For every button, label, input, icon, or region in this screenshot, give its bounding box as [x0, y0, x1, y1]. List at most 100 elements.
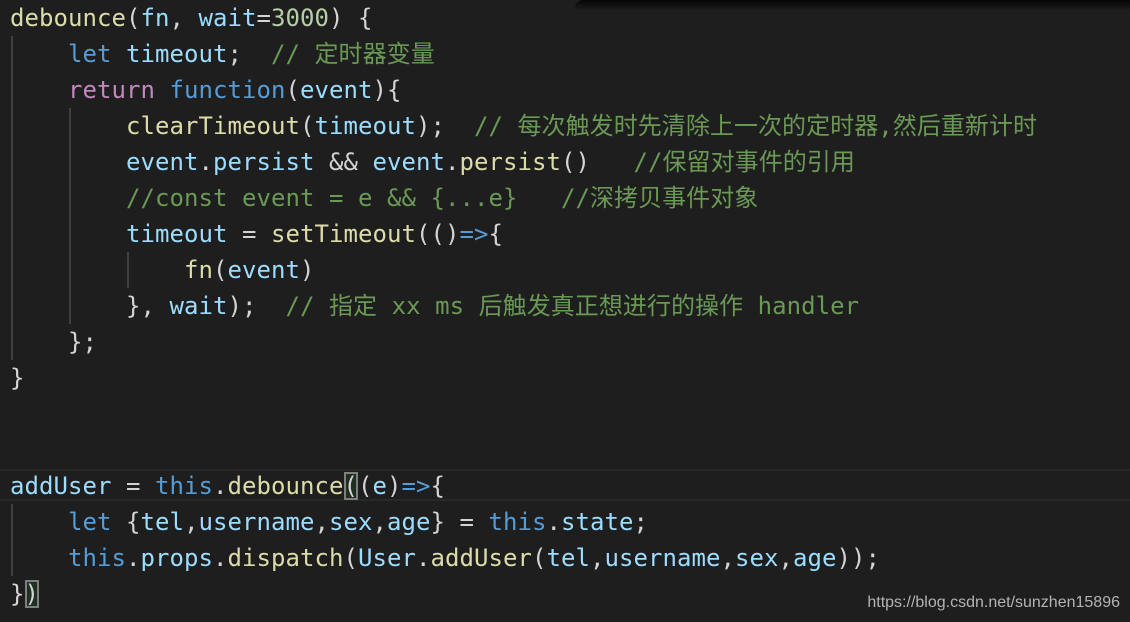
- code-token-punc: .: [416, 544, 431, 572]
- code-token-punc: [10, 112, 126, 140]
- code-token-kw: let: [68, 40, 112, 68]
- code-token-punc: ,: [184, 508, 199, 536]
- code-token-fn: clearTimeout: [126, 112, 300, 140]
- code-token-punc: [155, 76, 170, 104]
- code-token-punc: ,: [372, 508, 387, 536]
- code-line[interactable]: }: [10, 360, 25, 396]
- code-line[interactable]: return function(event){: [10, 72, 402, 108]
- code-token-cm: //const event = e && {...e} //深拷贝事件对象: [126, 184, 759, 212]
- code-token-var: wait: [198, 4, 257, 32]
- code-line[interactable]: addUser = this.debounce((e)=>{: [10, 468, 445, 504]
- code-line[interactable]: debounce(fn, wait=3000) {: [10, 0, 373, 36]
- code-token-var: event: [126, 148, 199, 176]
- code-line[interactable]: //const event = e && {...e} //深拷贝事件对象: [10, 180, 758, 216]
- code-token-punc: .: [445, 148, 460, 176]
- code-token-punc: },: [10, 292, 170, 320]
- code-token-punc: (: [213, 256, 228, 284]
- code-token-punc: {: [111, 508, 141, 536]
- code-token-var: state: [561, 508, 634, 536]
- code-token-punc: ): [300, 256, 315, 284]
- code-token-punc: ,: [314, 508, 329, 536]
- code-token-cm: // 定时器变量: [271, 40, 435, 68]
- code-line[interactable]: let timeout; // 定时器变量: [10, 36, 435, 72]
- code-editor[interactable]: debounce(fn, wait=3000) { let timeout; /…: [0, 0, 1130, 622]
- code-token-punc: .: [213, 472, 228, 500]
- code-token-punc: [10, 184, 126, 212]
- code-line[interactable]: clearTimeout(timeout); // 每次触发时先清除上一次的定时…: [10, 108, 1037, 144]
- code-token-num: 3000: [271, 4, 329, 32]
- code-token-op: =: [227, 220, 271, 248]
- code-token-var: persist: [213, 148, 315, 176]
- code-line[interactable]: this.props.dispatch(User.addUser(tel,use…: [10, 540, 880, 576]
- code-token-punc: [10, 544, 68, 572]
- code-token-punc: );: [227, 292, 286, 320]
- code-token-punc: ));: [836, 544, 880, 572]
- code-token-punc: .: [198, 148, 213, 176]
- code-token-punc: .: [213, 544, 228, 572]
- code-token-punc: [10, 256, 184, 284]
- code-token-punc: ): [387, 472, 402, 500]
- code-token-var: timeout: [126, 40, 228, 68]
- code-token-cm: // 每次触发时先清除上一次的定时器,然后重新计时: [474, 112, 1038, 140]
- code-token-fn: debounce: [227, 472, 344, 500]
- code-token-fn: dispatch: [227, 544, 344, 572]
- code-line[interactable]: fn(event): [10, 252, 315, 288]
- code-token-punc: (: [343, 544, 358, 572]
- code-token-var: event: [372, 148, 445, 176]
- code-token-punc: }: [10, 364, 25, 392]
- code-token-var: timeout: [126, 220, 228, 248]
- code-token-punc: (: [285, 76, 300, 104]
- code-token-fn: persist: [459, 148, 561, 176]
- code-token-punc: [112, 40, 127, 68]
- code-token-punc: {: [430, 472, 445, 500]
- code-token-punc: ,: [720, 544, 735, 572]
- code-token-var: tel: [546, 544, 590, 572]
- matched-bracket: ): [24, 580, 39, 608]
- overlay-shadow: [575, 0, 1130, 10]
- code-line[interactable]: };: [10, 324, 97, 360]
- code-token-punc: ) {: [329, 4, 373, 32]
- code-token-punc: ((): [416, 220, 460, 248]
- code-token-cm: //保留对事件的引用: [633, 148, 855, 176]
- code-token-punc: };: [10, 328, 97, 356]
- code-token-arrow: =>: [401, 472, 431, 500]
- code-token-var: sex: [735, 544, 779, 572]
- code-token-var: event: [227, 256, 300, 284]
- code-line[interactable]: event.persist && event.persist() //保留对事件…: [10, 144, 855, 180]
- code-token-punc: [10, 220, 126, 248]
- matched-bracket: (: [343, 472, 358, 500]
- code-token-punc: ){: [372, 76, 402, 104]
- code-token-punc: }: [10, 580, 25, 608]
- code-token-op: =: [111, 472, 155, 500]
- code-token-fn: addUser: [430, 544, 532, 572]
- code-line[interactable]: }, wait); // 指定 xx ms 后触发真正想进行的操作 handle…: [10, 288, 859, 324]
- code-token-var: addUser: [10, 472, 112, 500]
- code-token-kw: this: [155, 472, 213, 500]
- code-token-punc: (: [300, 112, 315, 140]
- code-token-var: age: [387, 508, 431, 536]
- code-line[interactable]: timeout = setTimeout(()=>{: [10, 216, 503, 252]
- code-token-punc: ,: [590, 544, 605, 572]
- code-token-var: wait: [169, 292, 228, 320]
- code-token-arrow: =>: [459, 220, 489, 248]
- code-token-kw: function: [169, 76, 286, 104]
- code-token-var: fn: [140, 4, 170, 32]
- code-token-fn: debounce: [10, 4, 126, 32]
- code-token-punc: ,: [169, 4, 199, 32]
- code-token-punc: {: [488, 220, 503, 248]
- code-token-punc: }: [430, 508, 445, 536]
- code-token-var: username: [604, 544, 721, 572]
- code-token-fn: fn: [184, 256, 213, 284]
- code-token-punc: (): [561, 148, 634, 176]
- code-token-punc: (: [532, 544, 547, 572]
- code-token-kw: let: [68, 508, 112, 536]
- code-token-cm: // 指定 xx ms 后触发真正想进行的操作 handler: [285, 292, 860, 320]
- code-token-punc: ;: [227, 40, 271, 68]
- code-token-punc: (: [358, 472, 373, 500]
- code-token-ctl: return: [68, 76, 155, 104]
- code-token-punc: [10, 76, 68, 104]
- code-line[interactable]: }): [10, 576, 39, 612]
- code-token-fn: setTimeout: [271, 220, 416, 248]
- code-line[interactable]: let {tel,username,sex,age} = this.state;: [10, 504, 648, 540]
- code-token-var: username: [198, 508, 315, 536]
